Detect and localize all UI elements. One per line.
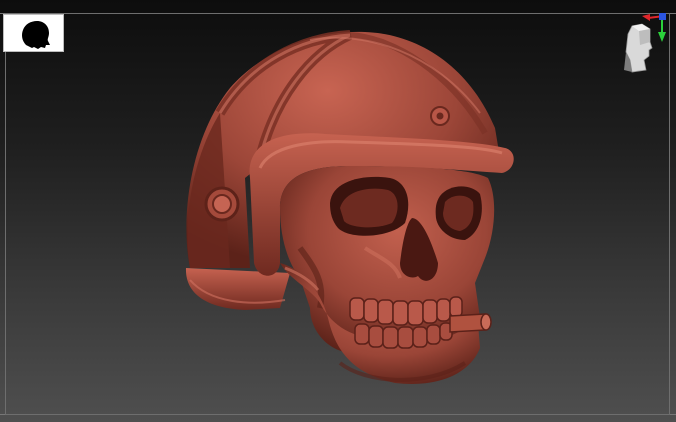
orientation-head-icon: [624, 23, 653, 73]
viewport-top-rule: [0, 13, 676, 14]
thumbnail-view[interactable]: [3, 14, 64, 52]
viewport-bottom-rule: [0, 414, 676, 415]
axis-y-arrow-icon: [658, 32, 666, 42]
navigation-gizmo[interactable]: [612, 12, 670, 76]
cigarette: [449, 313, 492, 333]
skull-helmet-model[interactable]: [150, 18, 530, 408]
axis-z-icon: [659, 13, 666, 20]
head-silhouette-icon: [22, 21, 50, 49]
sculpt-viewport[interactable]: [0, 0, 676, 422]
axis-x-arrow-icon: [642, 14, 650, 21]
